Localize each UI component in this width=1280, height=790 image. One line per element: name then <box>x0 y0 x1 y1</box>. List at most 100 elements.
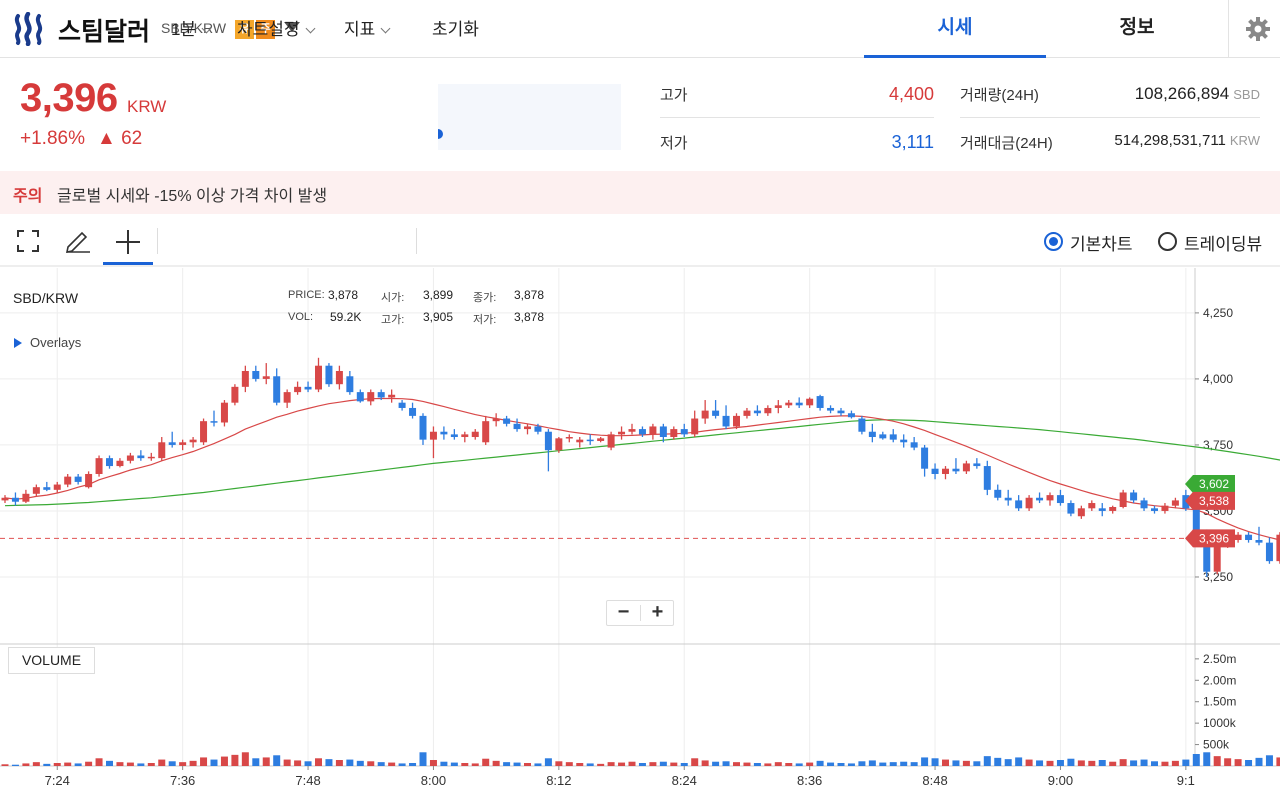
candle-body <box>137 455 145 459</box>
candle-body <box>346 376 354 393</box>
volume-bar <box>816 760 824 766</box>
candle-body <box>1192 508 1200 533</box>
tab-price[interactable]: 시세 <box>864 0 1046 58</box>
coin-name: 스팀달러 <box>58 18 151 46</box>
x-tick-label: 8:12 <box>546 773 571 788</box>
volume-bar <box>1192 754 1200 766</box>
high-label: 고가 <box>660 87 688 104</box>
play-triangle-icon <box>14 338 22 348</box>
candle-body <box>1077 508 1085 517</box>
volume-bar <box>733 762 740 766</box>
trading-view-radio[interactable] <box>1158 232 1177 251</box>
candle-body <box>847 413 855 418</box>
candle-body <box>1046 495 1054 501</box>
basic-chart-radio[interactable] <box>1044 232 1063 251</box>
basic-chart-label[interactable]: 기본차트 <box>1070 230 1133 255</box>
candle-body <box>1056 495 1064 504</box>
candle-body <box>670 429 678 438</box>
candle-body <box>764 407 772 414</box>
candle-body <box>973 463 981 467</box>
volume-bar <box>1140 759 1148 766</box>
volume-bar <box>356 760 364 766</box>
candle-body <box>43 487 51 490</box>
steem-logo-icon <box>14 12 43 46</box>
notice-text: 글로벌 시세와 -15% 이상 가격 차이 발생 <box>57 188 328 205</box>
candle-body <box>942 468 949 474</box>
reset-button[interactable]: 초기화 <box>432 15 479 40</box>
volume-bar <box>503 762 511 766</box>
zoom-in-button[interactable]: + <box>641 601 674 625</box>
candle-body <box>733 415 740 427</box>
candle-body <box>753 410 761 414</box>
chart-settings-dropdown[interactable]: 차트설정 <box>237 15 316 40</box>
candle-body <box>1245 534 1253 541</box>
candle-body <box>879 434 887 439</box>
volume-bar <box>11 764 19 766</box>
crosshair-icon[interactable] <box>115 229 141 255</box>
candle-body <box>827 407 835 411</box>
volume-bar <box>1130 760 1138 766</box>
volume-bar <box>283 759 291 766</box>
zoom-out-button[interactable]: − <box>607 601 640 625</box>
volume-bar <box>294 760 302 766</box>
candle-body <box>900 439 908 443</box>
ohlc-price: 3,878 <box>328 288 359 302</box>
candle-body <box>315 365 322 390</box>
y-tick-label: 3,250 <box>1203 570 1233 584</box>
volume-bar <box>743 762 751 766</box>
candle-body <box>158 442 166 459</box>
candle-body <box>513 423 521 430</box>
candle-body <box>1276 534 1280 562</box>
indicators-dropdown[interactable]: 지표 <box>344 15 391 40</box>
candle-body <box>816 396 824 408</box>
x-tick-label: 8:00 <box>421 773 446 788</box>
ma-short-price-label: 3,538 <box>1199 494 1229 508</box>
candle-body <box>200 421 208 443</box>
ohlc-open-label: 시가: <box>381 292 405 304</box>
candle-body <box>962 463 970 472</box>
gear-icon[interactable] <box>1245 16 1271 42</box>
x-tick-label: 7:36 <box>170 773 195 788</box>
volume-bar <box>273 755 281 766</box>
vol-tick-label: 500k <box>1203 738 1230 752</box>
candle-body <box>32 487 40 494</box>
volume-bar <box>701 760 709 766</box>
candle-body <box>492 418 500 422</box>
volume-bar <box>691 758 699 766</box>
candle-body <box>1255 540 1263 543</box>
volume-bar <box>1245 760 1253 766</box>
volume-bar <box>450 762 458 766</box>
interval-dropdown[interactable]: 1분 <box>171 15 212 40</box>
candle-body <box>524 426 531 430</box>
price-chart[interactable]: 4,2504,0003,7503,5003,2502.50m2.00m1.50m… <box>0 268 1280 790</box>
candle-body <box>95 458 103 474</box>
candle-body <box>586 439 594 442</box>
candle-body <box>837 410 845 414</box>
fullscreen-icon[interactable] <box>16 229 40 253</box>
overlays-toggle[interactable]: Overlays <box>14 335 81 350</box>
candle-body <box>1098 508 1106 511</box>
candle-body <box>1130 492 1138 501</box>
volume-bar <box>440 761 448 766</box>
volume-bar <box>1224 758 1232 766</box>
candle-body <box>53 484 61 490</box>
volume-bar <box>158 759 166 766</box>
draw-pencil-icon[interactable] <box>64 227 92 253</box>
volume-bar <box>85 761 93 766</box>
tab-info[interactable]: 정보 <box>1046 0 1228 58</box>
candle-body <box>628 429 636 432</box>
candle-body <box>785 402 793 406</box>
volume-bar <box>179 762 187 766</box>
trading-view-label[interactable]: 트레이딩뷰 <box>1184 230 1262 255</box>
volume-bar <box>1213 756 1221 766</box>
ohlc-high-label: 고가: <box>381 314 405 326</box>
volume-bar <box>513 762 521 766</box>
candle-body <box>147 456 155 459</box>
volume-bar <box>106 760 113 766</box>
candle-body <box>868 431 876 438</box>
candle-body <box>607 434 615 448</box>
amount-label: 거래대금(24H) <box>960 135 1053 152</box>
volume-bar <box>388 762 396 766</box>
candle-body <box>64 476 72 485</box>
notice-tag: 주의 <box>13 188 43 205</box>
